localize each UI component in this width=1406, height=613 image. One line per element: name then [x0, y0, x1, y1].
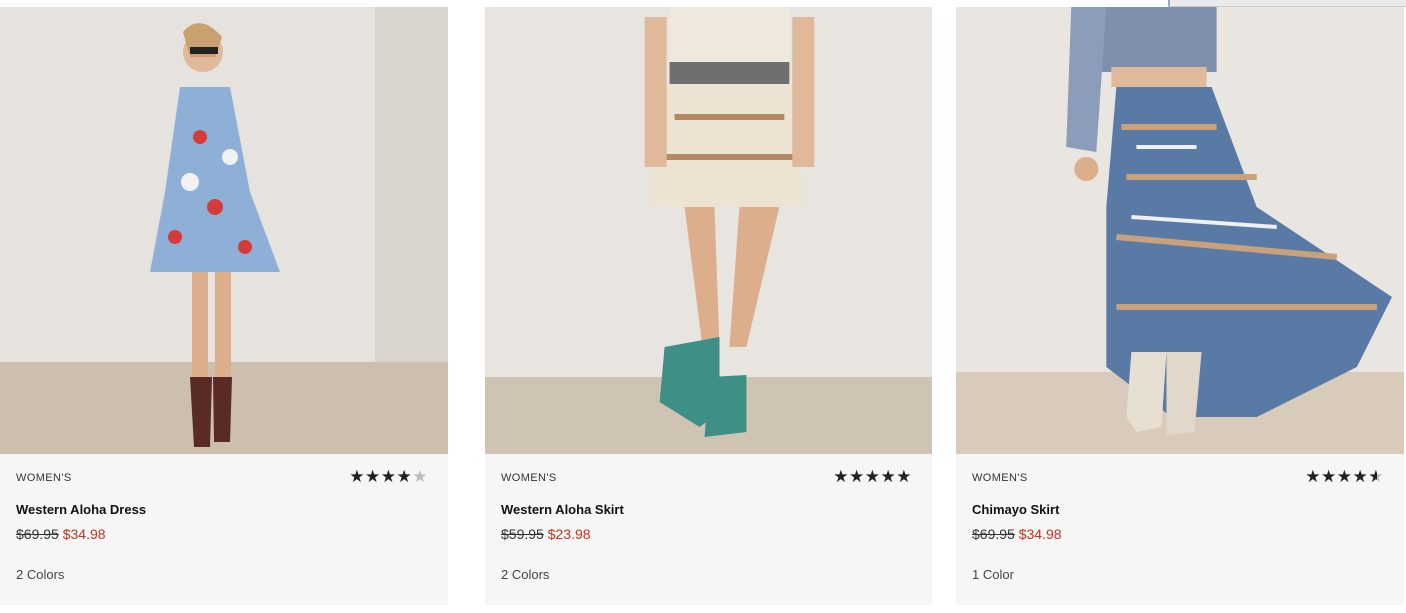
star-icon: ★	[880, 467, 897, 486]
color-count: 2 Colors	[501, 567, 550, 582]
product-card[interactable]: WOMEN'S ★★★★★ Western Aloha Dress $69.95…	[0, 7, 448, 605]
product-prices: $69.95 $34.98	[16, 526, 106, 542]
product-card[interactable]: WOMEN'S ★★★★★ Western Aloha Skirt $59.95…	[485, 7, 932, 605]
star-icon: ★	[365, 467, 381, 486]
product-category: WOMEN'S	[501, 472, 557, 484]
product-image-link[interactable]	[0, 7, 448, 454]
star-icon: ★	[1352, 467, 1369, 486]
product-prices: $59.95 $23.98	[501, 526, 591, 542]
rating-stars[interactable]: ★★★★★	[833, 468, 912, 485]
product-image-link[interactable]	[956, 7, 1404, 454]
color-count: 2 Colors	[16, 567, 65, 582]
star-icon: ★	[896, 467, 912, 486]
star-icon: ★	[864, 467, 881, 486]
price-sale: $34.98	[62, 526, 106, 542]
product-photo-skirt	[485, 7, 932, 454]
product-grid: WOMEN'S ★★★★★ Western Aloha Skirt $59.95…	[0, 0, 1406, 613]
star-half-icon: ★	[1368, 467, 1384, 486]
product-photo-maxi-skirt	[956, 7, 1404, 454]
star-icon: ★	[833, 467, 849, 486]
product-category: WOMEN'S	[972, 472, 1028, 484]
price-sale: $34.98	[1018, 526, 1062, 542]
partial-popup-edge	[1168, 0, 1406, 7]
product-title-link[interactable]: Western Aloha Dress	[16, 502, 146, 517]
color-count: 1 Color	[972, 567, 1014, 582]
price-original: $69.95	[16, 526, 59, 542]
rating-stars[interactable]: ★★★★★	[349, 468, 428, 485]
price-sale: $23.98	[547, 526, 591, 542]
star-icon: ★	[1321, 467, 1337, 486]
product-category: WOMEN'S	[16, 472, 72, 484]
product-title-link[interactable]: Western Aloha Skirt	[501, 502, 624, 517]
star-icon: ★	[349, 467, 365, 486]
product-image-link[interactable]	[485, 7, 932, 454]
star-icon: ★	[1336, 467, 1353, 486]
product-info: WOMEN'S ★★★★★ Chimayo Skirt $69.95 $34.9…	[956, 454, 1404, 605]
star-icon: ★	[849, 467, 865, 486]
rating-stars[interactable]: ★★★★★	[1305, 468, 1384, 485]
product-photo-dress	[0, 7, 448, 454]
product-prices: $69.95 $34.98	[972, 526, 1062, 542]
product-info: WOMEN'S ★★★★★ Western Aloha Dress $69.95…	[0, 454, 448, 605]
star-icon: ★	[380, 467, 397, 486]
price-original: $59.95	[501, 526, 544, 542]
product-info: WOMEN'S ★★★★★ Western Aloha Skirt $59.95…	[485, 454, 932, 605]
star-empty-icon: ★	[412, 467, 428, 486]
product-card[interactable]: WOMEN'S ★★★★★ Chimayo Skirt $69.95 $34.9…	[956, 7, 1404, 605]
price-original: $69.95	[972, 526, 1015, 542]
star-icon: ★	[1305, 467, 1321, 486]
star-icon: ★	[396, 467, 413, 486]
product-title-link[interactable]: Chimayo Skirt	[972, 502, 1059, 517]
